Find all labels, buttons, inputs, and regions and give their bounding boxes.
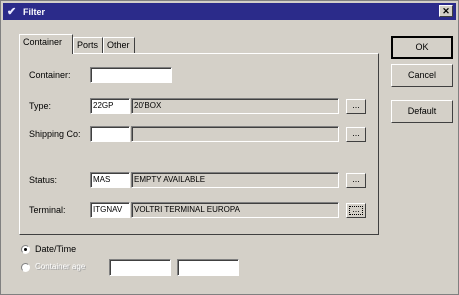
tab-ports[interactable]: Ports	[73, 37, 103, 54]
terminal-label: Terminal:	[29, 205, 66, 215]
filter-dialog: ✔ Filter ✕ Container Ports Other Contain…	[0, 0, 459, 295]
shipping-co-description-field	[131, 126, 339, 142]
ok-button[interactable]: OK	[391, 36, 453, 59]
container-label: Container:	[29, 70, 71, 80]
default-button[interactable]: Default	[391, 100, 453, 123]
date-time-radio[interactable]	[21, 245, 30, 254]
container-tab-panel: Container: Type: 22GP 20'BOX ... Shippin…	[19, 53, 379, 235]
status-code-input[interactable]: MAS	[90, 172, 130, 188]
terminal-code-input[interactable]: ITGNAV	[90, 202, 130, 218]
close-button[interactable]: ✕	[439, 5, 453, 17]
tab-other[interactable]: Other	[103, 37, 135, 54]
container-input[interactable]	[90, 67, 172, 83]
container-age-radio[interactable]	[21, 263, 30, 272]
date-to-input[interactable]	[177, 259, 239, 276]
status-browse-button[interactable]: ...	[346, 173, 366, 188]
shipping-co-browse-button[interactable]: ...	[346, 127, 366, 142]
title-bar: ✔ Filter ✕	[3, 3, 456, 20]
shipping-co-label: Shipping Co:	[29, 129, 81, 139]
terminal-browse-button[interactable]: ...	[346, 203, 366, 218]
checkmark-icon: ✔	[7, 6, 17, 18]
tab-container[interactable]: Container	[19, 34, 73, 54]
type-code-input[interactable]: 22GP	[90, 98, 130, 114]
window-title: Filter	[23, 6, 46, 17]
shipping-co-code-input[interactable]	[90, 126, 130, 142]
radio-selected-dot	[24, 248, 27, 251]
date-time-label: Date/Time	[35, 244, 77, 254]
cancel-button[interactable]: Cancel	[391, 64, 453, 87]
status-label: Status:	[29, 175, 58, 185]
container-age-label: Container age	[35, 262, 86, 271]
type-browse-button[interactable]: ...	[346, 99, 366, 114]
terminal-description-field: VOLTRI TERMINAL EUROPA	[131, 202, 339, 218]
date-from-input[interactable]	[109, 259, 171, 276]
type-label: Type:	[29, 101, 52, 111]
status-description-field: EMPTY AVAILABLE	[131, 172, 339, 188]
type-description-field: 20'BOX	[131, 98, 339, 114]
